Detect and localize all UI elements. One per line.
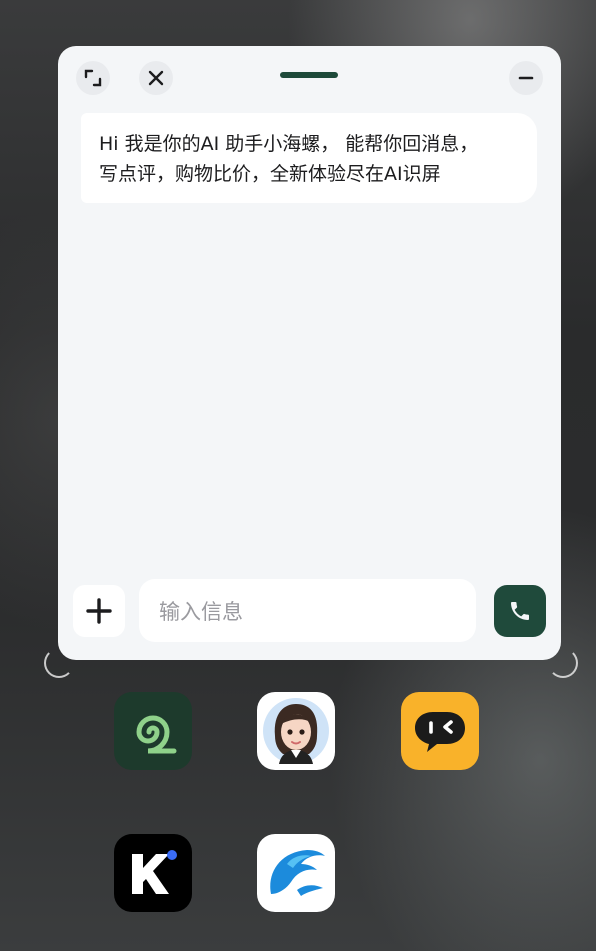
expand-button[interactable] (76, 61, 110, 95)
close-icon (148, 70, 164, 86)
minimize-button[interactable] (509, 61, 543, 95)
chat-bubble-app-icon[interactable] (401, 692, 479, 770)
plus-icon (86, 598, 112, 624)
minimize-icon (518, 76, 534, 80)
dolphin-app-icon[interactable] (257, 834, 335, 912)
assistant-floating-window: Hi 我是你的AI 助手小海螺， 能帮你回消息， 写点评，购物比价，全新体验尽在… (58, 46, 561, 660)
message-input-box[interactable] (139, 579, 476, 644)
phone-icon (511, 602, 529, 620)
message-input[interactable] (157, 579, 461, 644)
close-button[interactable] (139, 61, 173, 95)
avatar-girl-app-icon[interactable] (257, 692, 335, 770)
add-attachment-button[interactable] (73, 585, 125, 637)
drag-handle[interactable] (280, 72, 338, 78)
k-letter-app-icon[interactable] (114, 834, 192, 912)
assistant-greeting-bubble: Hi 我是你的AI 助手小海螺， 能帮你回消息， 写点评，购物比价，全新体验尽在… (81, 113, 537, 203)
expand-icon (84, 69, 102, 87)
spiral-app-icon[interactable] (114, 692, 192, 770)
voice-call-button[interactable] (494, 585, 546, 637)
